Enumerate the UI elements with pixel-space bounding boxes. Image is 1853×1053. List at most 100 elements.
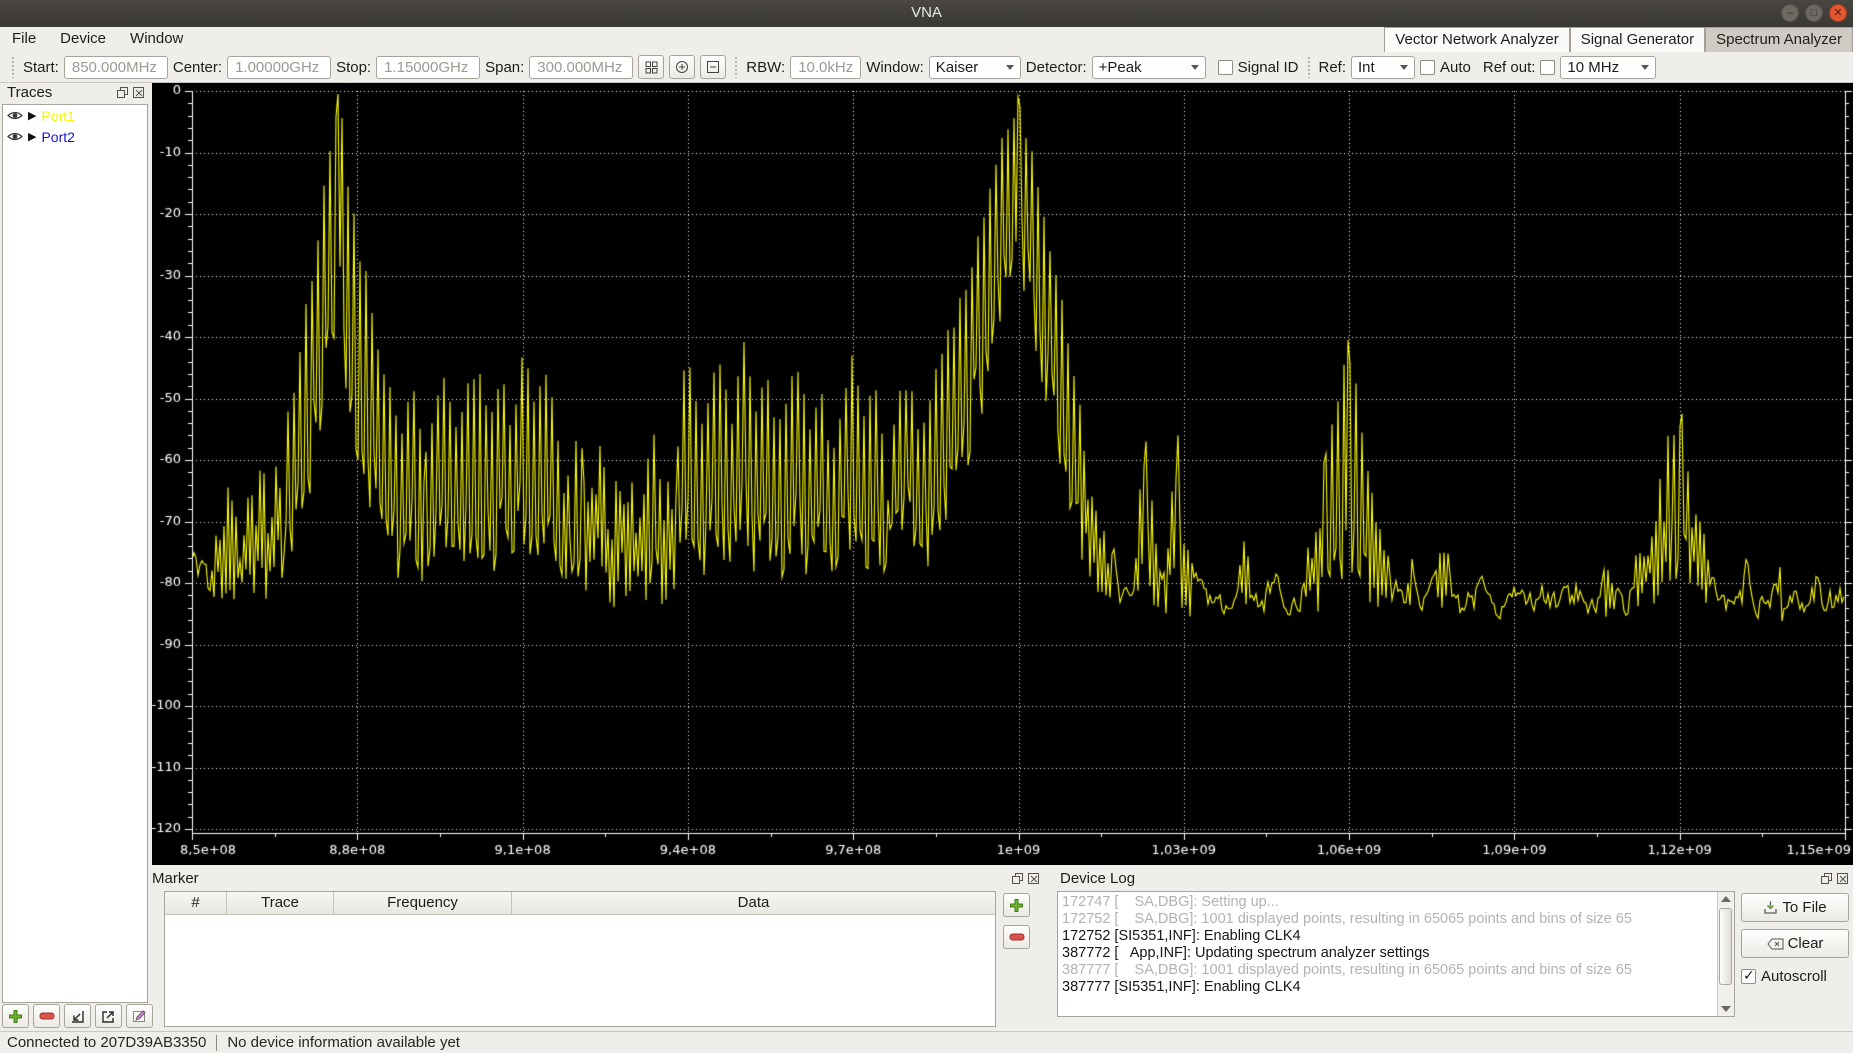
chevron-down-icon <box>1641 64 1650 70</box>
close-button[interactable]: ✕ <box>1829 4 1847 22</box>
marker-col-num: # <box>165 892 227 914</box>
toolbar-separator-2 <box>1306 56 1311 78</box>
tab-spectrum-analyzer[interactable]: Spectrum Analyzer <box>1705 27 1853 52</box>
traces-panel: Traces ▶ Port1 ▶ Port2 <box>0 83 149 1003</box>
float-panel-icon[interactable] <box>116 86 129 99</box>
eye-icon[interactable] <box>7 110 23 121</box>
autoscroll-label: Autoscroll <box>1761 968 1827 985</box>
chevron-down-icon <box>1400 64 1409 70</box>
save-to-file-icon <box>1764 901 1778 914</box>
window-select[interactable]: Kaiser <box>928 55 1021 79</box>
plus-circle-icon <box>676 61 689 73</box>
log-to-file-button[interactable]: To File <box>1741 893 1849 922</box>
auto-label: Auto <box>1440 58 1471 76</box>
arrow-into-box-icon <box>72 1010 84 1023</box>
span-label: Span: <box>485 58 525 76</box>
detector-label: Detector: <box>1025 58 1087 76</box>
scroll-up-icon[interactable] <box>1721 896 1731 902</box>
autoscroll-checkbox[interactable] <box>1741 967 1756 984</box>
menu-file[interactable]: File <box>0 27 48 50</box>
toolbar-separator-1 <box>734 56 739 78</box>
traces-toolbar <box>2 1004 153 1028</box>
scroll-thumb[interactable] <box>1719 908 1732 985</box>
ref-out-freq-select[interactable]: 10 MHz <box>1560 55 1657 79</box>
import-trace-button[interactable] <box>64 1004 91 1028</box>
minus-icon <box>1009 933 1024 941</box>
log-entry: 387777 [SI5351,INF]: Enabling CLK4 <box>1062 979 1301 995</box>
export-trace-button[interactable] <box>95 1004 122 1028</box>
ref-label: Ref: <box>1318 58 1347 76</box>
marker-col-trace: Trace <box>227 892 334 914</box>
remove-trace-button[interactable] <box>33 1004 60 1028</box>
edit-trace-button[interactable] <box>126 1004 153 1028</box>
tab-signal-generator[interactable]: Signal Generator <box>1569 27 1706 52</box>
clear-backspace-icon <box>1766 938 1784 949</box>
tab-vector-network-analyzer[interactable]: Vector Network Analyzer <box>1384 27 1570 52</box>
close-panel-icon[interactable] <box>1027 872 1040 885</box>
mode-tabs: Vector Network Analyzer Signal Generator S… <box>1384 27 1853 52</box>
trace-row[interactable]: ▶ Port2 <box>3 126 147 147</box>
traces-panel-title: Traces <box>7 84 53 101</box>
log-entry: 387777 [ SA,DBG]: 1001 displayed points,… <box>1062 962 1632 978</box>
zoom-out-button[interactable] <box>700 55 727 79</box>
window-select-value: Kaiser <box>935 58 979 76</box>
menu-device[interactable]: Device <box>48 27 118 50</box>
menu-bar: File Device Window Vector Network Analyzer… <box>0 27 1853 53</box>
close-panel-icon[interactable] <box>132 86 145 99</box>
remove-marker-button[interactable] <box>1003 925 1030 949</box>
marker-col-frequency: Frequency <box>334 892 512 914</box>
clear-label: Clear <box>1787 935 1824 952</box>
rbw-field[interactable]: 10.0kHz <box>790 55 862 79</box>
marker-panel-title: Marker <box>152 870 199 887</box>
device-info-status: No device information available yet <box>227 1034 460 1051</box>
add-trace-button[interactable] <box>2 1004 29 1028</box>
expander-icon[interactable]: ▶ <box>28 130 36 143</box>
ref-out-checkbox[interactable] <box>1540 59 1556 75</box>
status-divider <box>216 1034 218 1051</box>
float-panel-icon[interactable] <box>1820 872 1833 885</box>
zoom-in-button[interactable] <box>669 55 696 79</box>
start-label: Start: <box>23 58 59 76</box>
device-log-list[interactable]: 172747 [ SA,DBG]: Setting up... 172752 [ … <box>1057 891 1735 1017</box>
arrow-out-of-box-icon <box>102 1010 114 1023</box>
start-field[interactable]: 850.000MHz <box>63 55 168 79</box>
chevron-down-icon <box>1190 64 1199 70</box>
detector-select[interactable]: +Peak <box>1091 55 1206 79</box>
minimize-button[interactable]: – <box>1781 4 1799 22</box>
log-scrollbar[interactable] <box>1717 892 1734 1016</box>
ref-select[interactable]: Int <box>1351 55 1416 79</box>
scroll-down-icon[interactable] <box>1721 1006 1731 1012</box>
ref-out-freq-value: 10 MHz <box>1567 58 1620 76</box>
maximize-button[interactable]: □ <box>1805 4 1823 22</box>
edit-pencil-icon <box>133 1009 146 1022</box>
toolbar-drag-handle[interactable] <box>11 56 15 78</box>
trace-row[interactable]: ▶ Port1 <box>3 105 147 126</box>
minus-icon <box>39 1012 54 1020</box>
marker-table: # Trace Frequency Data <box>164 891 996 1027</box>
ref-out-label: Ref out: <box>1482 58 1536 76</box>
stop-label: Stop: <box>336 58 372 76</box>
span-field[interactable]: 300.000MHz <box>529 55 634 79</box>
auto-checkbox[interactable] <box>1420 59 1436 75</box>
center-field[interactable]: 1.00000GHz <box>227 55 332 79</box>
close-panel-icon[interactable] <box>1836 872 1849 885</box>
trace-label: Port2 <box>41 128 75 145</box>
signal-id-checkbox[interactable] <box>1217 59 1233 75</box>
log-clear-button[interactable]: Clear <box>1741 929 1849 958</box>
marker-panel: Marker # Trace Frequency Data <box>152 869 1044 1031</box>
menu-window[interactable]: Window <box>118 27 195 50</box>
float-panel-icon[interactable] <box>1011 872 1024 885</box>
log-entry: 172752 [ SA,DBG]: 1001 displayed points,… <box>1062 911 1632 927</box>
add-marker-button[interactable] <box>1003 893 1030 917</box>
detector-select-value: +Peak <box>1098 58 1142 76</box>
connection-status: Connected to 207D39AB3350 <box>7 1034 207 1051</box>
log-entry: 172747 [ SA,DBG]: Setting up... <box>1062 894 1279 910</box>
plus-icon <box>9 1009 22 1023</box>
stop-field[interactable]: 1.15000GHz <box>376 55 481 79</box>
full-span-button[interactable] <box>638 55 665 79</box>
eye-icon[interactable] <box>7 131 23 142</box>
log-entry: 387772 [ App,INF]: Updating spectrum ana… <box>1062 945 1430 961</box>
spectrum-plot[interactable] <box>152 83 1853 865</box>
expander-icon[interactable]: ▶ <box>28 109 36 122</box>
chevron-down-icon <box>1005 64 1014 70</box>
